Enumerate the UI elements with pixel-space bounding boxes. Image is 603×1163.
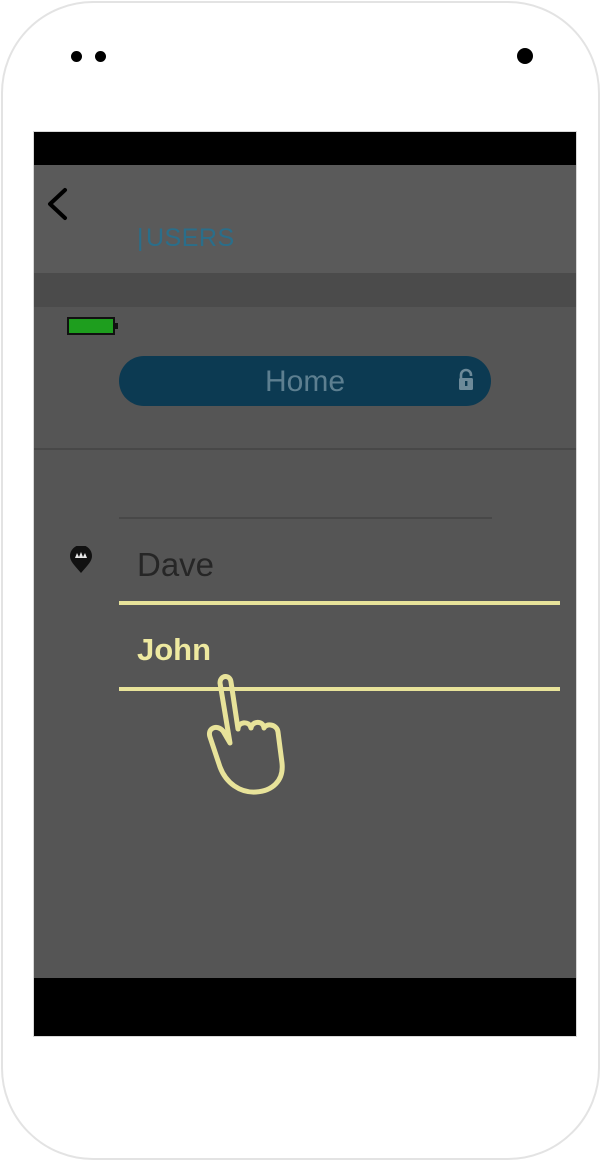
page-title: |USERS (137, 224, 235, 252)
user-list-item-john[interactable]: John (119, 618, 560, 691)
item-underline (119, 601, 560, 605)
item-underline (119, 687, 560, 691)
chevron-left-icon[interactable] (44, 184, 74, 224)
navigation-bar (34, 978, 576, 1036)
title-separator: | (137, 224, 144, 252)
sensor-dot (71, 51, 82, 62)
lock-icon (459, 368, 473, 390)
location-label: Home (264, 365, 346, 398)
battery-full-icon (67, 317, 118, 335)
title-text: USERS (146, 224, 235, 252)
section-divider (34, 448, 576, 450)
camera-dot (517, 48, 533, 64)
screen: |USERS Home Dave John (33, 131, 577, 1037)
list-top-divider (119, 517, 492, 519)
sub-header-bar (34, 273, 576, 307)
user-name: John (137, 632, 212, 667)
status-bar (34, 132, 576, 165)
phone-frame: |USERS Home Dave John (1, 1, 600, 1160)
sensor-dot (95, 51, 106, 62)
app-header (34, 165, 576, 273)
location-selector-button[interactable]: Home (119, 356, 491, 406)
map-pin-icon (70, 546, 92, 573)
user-name: Dave (137, 546, 215, 583)
user-list-item-dave[interactable]: Dave (119, 532, 560, 605)
